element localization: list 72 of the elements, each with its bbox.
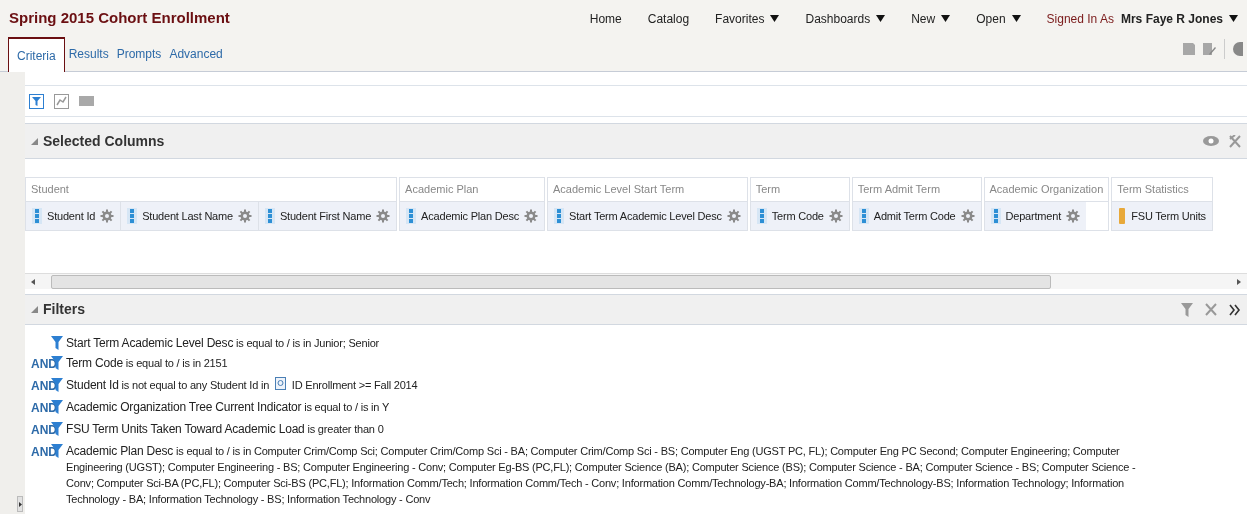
and-connector[interactable]: AND (31, 401, 57, 415)
column-chip[interactable]: Admit Term Code (852, 202, 981, 230)
column-chip[interactable]: Student Last Name (121, 202, 259, 230)
and-connector[interactable]: AND (31, 379, 57, 393)
gear-icon[interactable] (237, 209, 252, 223)
nav-menu-item[interactable]: New (911, 9, 951, 28)
filter-icon (51, 336, 63, 350)
attribute-column-icon (858, 208, 869, 224)
attribute-column-icon (32, 208, 42, 224)
gear-icon[interactable] (1066, 209, 1080, 223)
and-connector[interactable]: AND (31, 423, 57, 437)
gear-icon[interactable] (828, 209, 843, 223)
remove-all-icon[interactable] (1229, 134, 1241, 148)
attribute-column-icon (406, 208, 417, 224)
nav-menu-item[interactable]: Catalog (647, 9, 690, 28)
column-chip[interactable]: Student Id (26, 202, 122, 230)
nav-menu-item[interactable]: Dashboards (805, 9, 886, 28)
tab[interactable]: Results (64, 36, 113, 71)
user-menu[interactable]: Mrs Faye R Jones (1120, 9, 1238, 28)
signed-in-label: Signed In As (1046, 10, 1114, 28)
save-as-icon[interactable] (1203, 43, 1216, 55)
collapse-triangle-icon[interactable] (31, 306, 38, 313)
tab[interactable]: Prompts (112, 36, 166, 71)
attribute-column-icon (264, 208, 275, 224)
column-chip[interactable]: Department (984, 202, 1086, 230)
caret-icon (1229, 15, 1238, 22)
attribute-column-icon (127, 208, 138, 224)
nav-menu-item[interactable]: Favorites (715, 9, 780, 28)
report-title: Spring 2015 Cohort Enrollment (9, 8, 230, 29)
document-icon (274, 377, 286, 390)
caret-icon (941, 15, 951, 22)
gear-icon[interactable] (726, 209, 741, 223)
expand-arrow-icon (18, 501, 22, 507)
tab[interactable]: Criteria (8, 37, 65, 72)
measure-column-icon (1118, 208, 1127, 224)
column-chip[interactable]: Student First Name (258, 202, 397, 230)
nav-menu-item[interactable]: Home (589, 9, 622, 28)
column-chip[interactable]: Academic Plan Desc (400, 202, 544, 230)
double-chevron-icon[interactable] (1229, 303, 1241, 316)
and-connector[interactable]: AND (31, 357, 57, 371)
filter-condition[interactable]: Term Code is equal to / is in 2151 (66, 355, 228, 371)
gear-icon[interactable] (376, 209, 391, 223)
column-chip[interactable]: FSU Term Units (1112, 202, 1212, 230)
filter-toolbar-icon[interactable] (29, 93, 44, 109)
section-title: Selected Columns (43, 131, 165, 151)
caret-icon (876, 15, 886, 22)
caret-icon (770, 15, 780, 22)
tab[interactable]: Advanced (165, 36, 227, 71)
attribute-column-icon (554, 208, 564, 224)
gear-icon[interactable] (960, 209, 975, 223)
gear-icon[interactable] (524, 209, 538, 223)
filter-condition[interactable]: Start Term Academic Level Desc is equal to / is in Junior; Senior (66, 335, 380, 351)
side-panel-toggle[interactable] (17, 496, 23, 512)
collapse-triangle-icon[interactable] (31, 137, 38, 145)
filter-condition[interactable]: Student Id is not equal to any Student Id in ID Enrollment >= Fall 2014 (66, 377, 418, 393)
attribute-column-icon (990, 208, 1001, 224)
section-title: Filters (43, 300, 85, 319)
chart-toolbar-icon[interactable] (54, 93, 69, 109)
filter-condition[interactable]: Academic Organization Tree Current Indicator is equal to / is in Y (66, 399, 390, 415)
horizontal-scrollbar[interactable] (51, 274, 1051, 289)
remove-all-icon[interactable] (1205, 303, 1217, 316)
filter-condition[interactable]: Academic Plan Desc is equal to / is in Computer Crim/Comp Sci; Computer Crim/Comp Sci - BA; Computer Crim/Comp Sci - BS; Computer Eng (UGST PC, FL); Computer Eng PC Second; Computer Engineering; Computer Engineering (UGST); Computer Engineering - BS; Computer Engineering - Conv; Computer Eg-BS (PC,FL); Computer Science (BA); Computer Science (BS); Computer Science - BA; Computer Science - BS; Computer Science - Conv; Computer Sci-BA (PC,FL); Computer Sci-BS (PC,FL); Information Comm/Tech; Information Comm/Tech - Conv; Information Comm/Technology-BA; Information Comm/Technology-BS; Information Technology; Information Technology - BA; Information Technology - BS; Information Technology - Conv (66, 443, 1146, 507)
column-chip[interactable]: Term Code (750, 202, 849, 230)
add-filter-icon (1181, 302, 1193, 317)
and-connector[interactable]: AND (31, 445, 57, 459)
attribute-column-icon (756, 208, 767, 224)
gear-icon[interactable] (100, 209, 115, 223)
filter-condition[interactable]: FSU Term Units Taken Toward Academic Load is greater than 0 (66, 421, 384, 437)
nav-menu-item[interactable]: Open (976, 9, 1021, 28)
caret-icon (1011, 15, 1021, 22)
eye-icon[interactable] (1203, 136, 1219, 146)
column-chip[interactable]: Start Term Academic Level Desc (548, 202, 747, 230)
